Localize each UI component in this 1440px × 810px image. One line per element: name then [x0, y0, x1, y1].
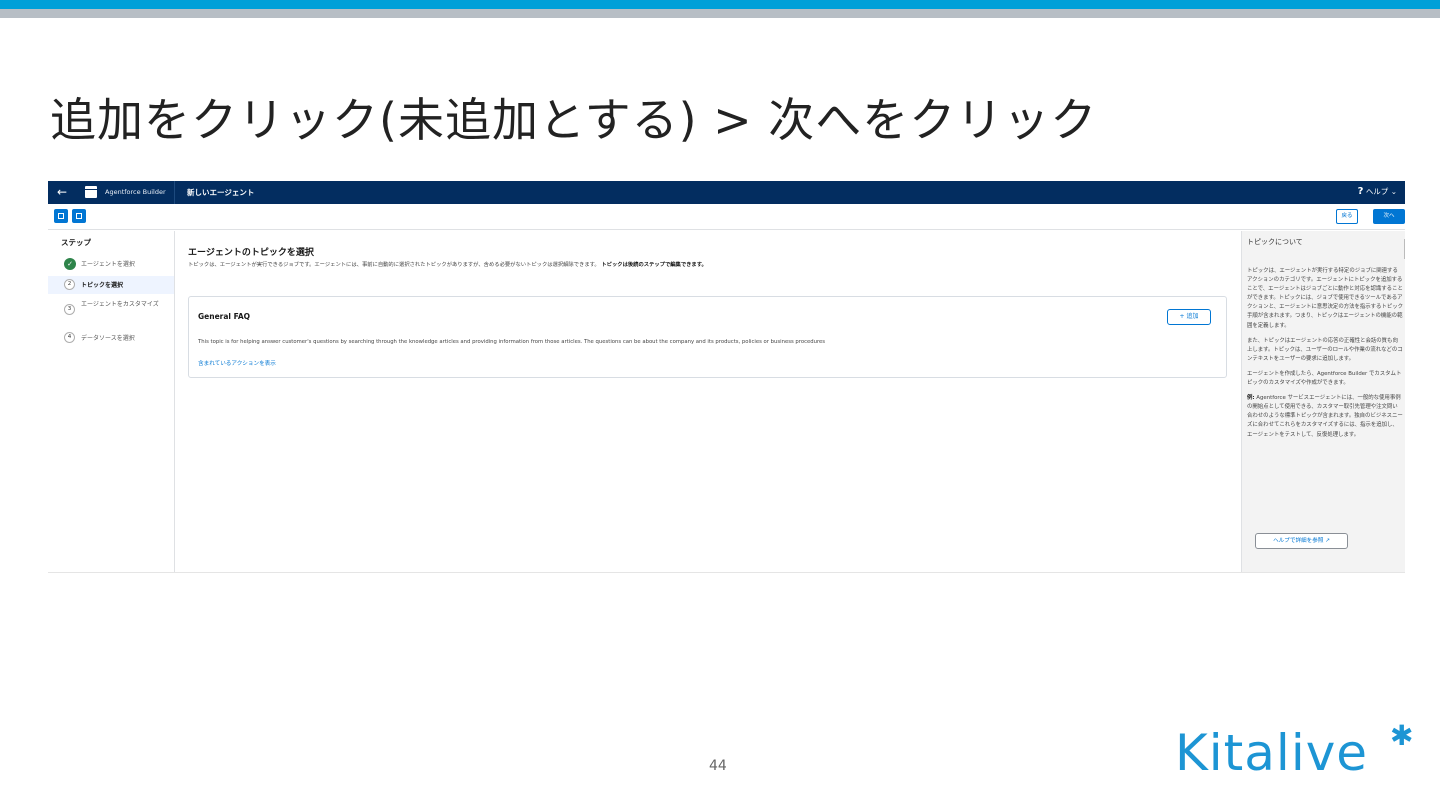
main-title: エージェントのトピックを選択	[188, 248, 314, 258]
main-description-bold: トピックは後続のステップで編集できます。	[601, 262, 707, 268]
side-paragraph: また、トピックはエージェントの応答の正確性と会話の質も向上します。トピックは、ユ…	[1247, 337, 1403, 362]
steps-title: ステップ	[61, 238, 91, 247]
example-text: Agentforce サービスエージェントには、一般的な使用事例の開始点として使…	[1247, 395, 1403, 438]
side-panel-scrollbar[interactable]	[1404, 239, 1405, 259]
add-topic-button[interactable]: + 追加	[1167, 309, 1211, 325]
toggle-left-panel-icon[interactable]	[54, 209, 68, 223]
back-arrow-icon[interactable]: ←	[57, 185, 67, 199]
side-panel-title: トピックについて	[1247, 238, 1303, 246]
header-divider	[174, 181, 175, 204]
topic-card: General FAQ + 追加 This topic is for helpi…	[188, 296, 1227, 378]
top-gray-bar	[0, 9, 1440, 18]
asterisk-icon: ✱	[1390, 719, 1414, 752]
slide-title: 追加をクリック(未追加とする) > 次へをクリック	[50, 93, 1098, 147]
logo-text: Kitalive	[1175, 724, 1369, 782]
step-label: エージェントをカスタマイズ	[81, 301, 159, 308]
side-panel-body: トピックは、エージェントが実行する特定のジョブに関連するアクションのカテゴリです…	[1247, 267, 1403, 446]
step-select-agent[interactable]: ✓ エージェントを選択	[48, 256, 174, 272]
steps-panel: ステップ ✓ エージェントを選択 2 トピックを選択 3 エージェントをカスタマ…	[48, 231, 175, 572]
kitalive-logo: Kitalive ✱	[1172, 722, 1417, 800]
toolbar: 戻る 次へ	[48, 204, 1405, 230]
help-details-button[interactable]: ヘルプで詳細を参照 ↗	[1255, 533, 1348, 549]
step-customize-agent[interactable]: 3 エージェントをカスタマイズ	[48, 298, 174, 322]
page-number: 44	[709, 758, 727, 774]
step-label: トピックを選択	[81, 282, 124, 289]
step-select-datasource[interactable]: 4 データソースを選択	[48, 330, 174, 346]
help-label: ヘルプ	[1365, 187, 1389, 196]
main-content: エージェントのトピックを選択 トピックは、エージェントが実行できるジョブです。エ…	[176, 231, 1239, 572]
agent-name: 新しいエージェント	[187, 188, 255, 197]
step-number: 4	[64, 332, 75, 343]
example-label: 例:	[1247, 395, 1255, 402]
topic-name: General FAQ	[198, 312, 251, 321]
show-actions-link[interactable]: 含まれているアクションを表示	[198, 359, 276, 367]
step-number: 3	[64, 304, 75, 315]
back-button[interactable]: 戻る	[1336, 209, 1358, 224]
side-panel: トピックについて トピックは、エージェントが実行する特定のジョブに関連するアクシ…	[1241, 231, 1405, 572]
app-header: ← Agentforce Builder 新しいエージェント ? ヘルプ ⌄	[48, 181, 1405, 204]
main-description: トピックは、エージェントが実行できるジョブです。エージェントには、事前に自動的に…	[188, 262, 707, 268]
external-link-icon: ↗	[1325, 538, 1330, 544]
help-menu[interactable]: ? ヘルプ ⌄	[1358, 186, 1397, 197]
topic-description: This topic is for helping answer custome…	[198, 339, 826, 345]
app-launcher-icon[interactable]	[85, 186, 97, 198]
agentforce-screenshot: ← Agentforce Builder 新しいエージェント ? ヘルプ ⌄ 戻…	[48, 181, 1405, 573]
step-label: データソースを選択	[81, 335, 135, 342]
top-accent-bar	[0, 0, 1440, 9]
app-name: Agentforce Builder	[105, 188, 166, 196]
side-paragraph: エージェントを作成したら、Agentforce Builder でカスタムトピッ…	[1247, 370, 1402, 387]
side-paragraph: トピックは、エージェントが実行する特定のジョブに関連するアクションのカテゴリです…	[1247, 268, 1404, 329]
side-example: 例: Agentforce サービスエージェントには、一般的な使用事例の開始点と…	[1247, 394, 1403, 439]
step-label: エージェントを選択	[81, 261, 135, 268]
help-icon: ?	[1357, 186, 1364, 197]
step-select-topic[interactable]: 2 トピックを選択	[48, 276, 174, 294]
next-button[interactable]: 次へ	[1373, 209, 1405, 224]
check-icon: ✓	[64, 258, 76, 270]
step-number: 2	[64, 279, 75, 290]
toggle-right-panel-icon[interactable]	[72, 209, 86, 223]
chevron-down-icon: ⌄	[1390, 187, 1397, 196]
